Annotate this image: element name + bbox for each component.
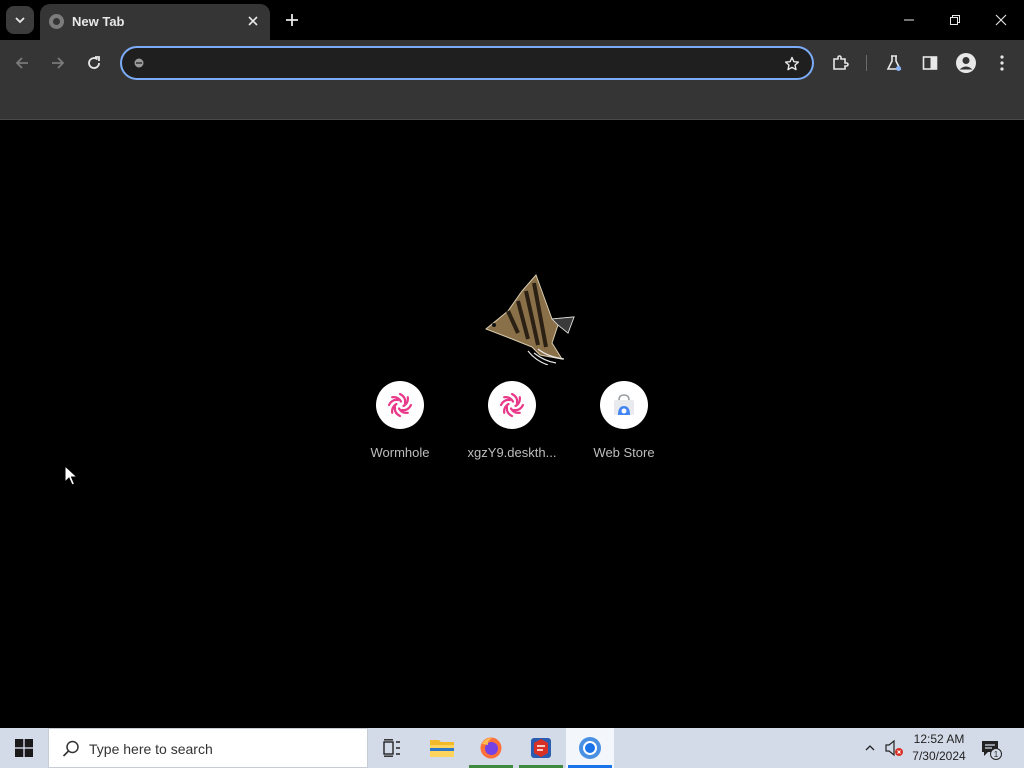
task-view-icon [383, 739, 400, 757]
address-bar[interactable] [120, 46, 814, 80]
screen: New Tab Wormhole xgzY9.deskth... Web Sto… [0, 0, 1024, 768]
arrow-right-icon [52, 57, 65, 69]
windows-logo-icon [15, 739, 33, 757]
arrow-left-icon [15, 57, 28, 69]
wormhole-icon [387, 392, 413, 418]
search-icon [62, 740, 79, 757]
start-button[interactable] [0, 728, 48, 768]
globe-icon [49, 14, 64, 29]
wormhole-icon [499, 392, 525, 418]
clock-time: 12:52 AM [913, 732, 965, 746]
shortcut-icon-circle [600, 381, 648, 429]
folder-icon [430, 740, 454, 757]
notification-count: 1 [994, 750, 999, 759]
bookmark-star-button[interactable] [782, 54, 802, 74]
new-tab-button[interactable] [280, 8, 304, 32]
flask-icon [886, 55, 902, 71]
restore-button[interactable] [932, 0, 978, 40]
angelfish-logo [485, 274, 575, 365]
plus-icon [286, 14, 298, 26]
volume-muted-icon [885, 739, 903, 757]
avatar-icon [956, 53, 976, 73]
shortcut-icon-circle [488, 381, 536, 429]
volume-button[interactable] [884, 738, 904, 758]
notification-icon: 1 [982, 741, 1002, 760]
chevron-down-icon [15, 17, 25, 24]
shortcut-web-store[interactable]: Web Store [568, 379, 680, 469]
taskbar: Type here to search 12:52 AM 7/30/2024 1 [0, 728, 1024, 768]
menu-button[interactable] [988, 49, 1016, 77]
mouse-cursor-icon [64, 465, 78, 486]
close-icon [248, 16, 258, 26]
notification-center-button[interactable]: 1 [978, 736, 1004, 762]
taskbar-search-box[interactable]: Type here to search [48, 728, 368, 768]
minimize-icon [904, 19, 914, 21]
browser-toolbar [0, 40, 1024, 86]
chrome-icon [579, 737, 601, 759]
taskbar-firefox[interactable] [467, 728, 515, 768]
taskbar-clock[interactable]: 12:52 AM 7/30/2024 [906, 731, 972, 765]
tab-close-button[interactable] [244, 12, 262, 30]
close-window-button[interactable] [978, 0, 1024, 40]
minimize-button[interactable] [886, 0, 932, 40]
bookmarks-bar [0, 86, 1024, 120]
side-panel-button[interactable] [916, 49, 944, 77]
app-icon [531, 738, 551, 758]
chrome-labs-button[interactable] [880, 49, 908, 77]
shortcut-icon-circle [376, 381, 424, 429]
chevron-up-icon [865, 745, 875, 751]
clock-date: 7/30/2024 [912, 749, 966, 763]
forward-button[interactable] [44, 49, 72, 77]
shortcut-wormhole[interactable]: Wormhole [344, 379, 456, 469]
shortcut-label: xgzY9.deskth... [467, 445, 557, 460]
tab-strip: New Tab [0, 0, 1024, 40]
shortcut-label: Wormhole [370, 445, 430, 460]
firefox-icon [480, 737, 502, 759]
reload-icon [88, 56, 100, 69]
new-tab-page: Wormhole xgzY9.deskth... Web Store [0, 121, 1024, 728]
task-view-button[interactable] [368, 728, 416, 768]
puzzle-icon [833, 55, 849, 70]
shortcut-label: Web Store [593, 445, 655, 460]
tab-title: New Tab [72, 14, 125, 29]
taskbar-app-red[interactable] [517, 728, 565, 768]
side-panel-icon [922, 56, 938, 70]
toolbar-separator [866, 55, 867, 71]
address-input[interactable] [152, 52, 772, 74]
back-button[interactable] [8, 49, 36, 77]
star-icon [784, 56, 800, 71]
tab-search-button[interactable] [6, 6, 34, 34]
taskbar-chrome[interactable] [566, 728, 614, 768]
shortcut-deskthing[interactable]: xgzY9.deskth... [456, 379, 568, 469]
reload-button[interactable] [80, 49, 108, 77]
profile-button[interactable] [952, 49, 980, 77]
taskbar-search-placeholder: Type here to search [89, 741, 213, 757]
extensions-button[interactable] [826, 49, 854, 77]
taskbar-file-explorer[interactable] [418, 728, 466, 768]
kebab-menu-icon [1000, 55, 1004, 71]
search-engine-icon [131, 55, 147, 71]
show-hidden-icons-button[interactable] [860, 738, 880, 758]
restore-icon [950, 15, 960, 25]
tab-new-tab[interactable]: New Tab [40, 4, 270, 40]
close-icon [995, 14, 1007, 26]
web-store-icon [614, 394, 634, 415]
